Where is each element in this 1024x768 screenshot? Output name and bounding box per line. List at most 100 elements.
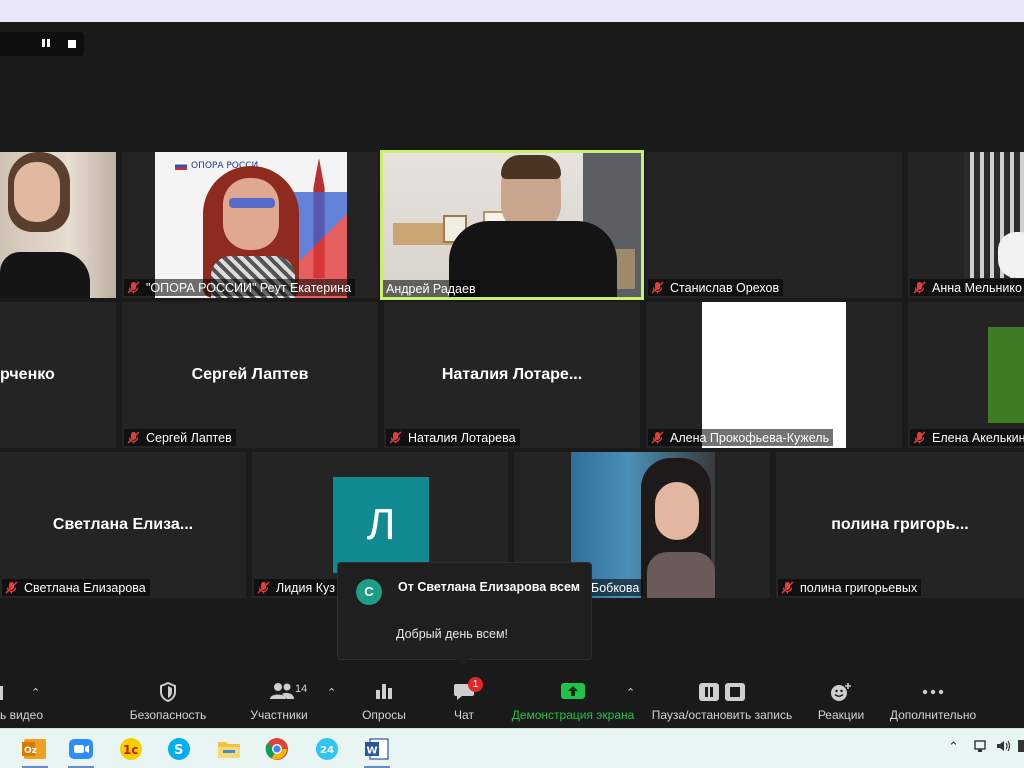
security-button[interactable]: Безопасность — [124, 672, 212, 728]
participant-name: Наталия Лотарева — [408, 430, 516, 445]
outlook-icon[interactable]: Oz — [20, 735, 50, 768]
1c-icon[interactable]: 1c — [116, 735, 146, 763]
os-taskbar: Oz 1c S 24 W ⌃ — [0, 728, 1024, 768]
sender-avatar: С — [356, 579, 382, 605]
video-tile[interactable]: Сергей Лаптев Сергей Лаптев — [122, 302, 378, 448]
reactions-button[interactable]: Реакции — [812, 672, 870, 728]
chat-sender: От Светлана Елизарова всем — [398, 580, 581, 594]
mic-muted-icon — [913, 281, 926, 294]
network-icon[interactable] — [973, 739, 987, 756]
participant-display-name: Светлана Елиза... — [52, 516, 194, 533]
mic-muted-icon — [389, 431, 402, 444]
share-screen-button[interactable]: Демонстрация экрана — [506, 672, 640, 728]
participant-name: Лидия Куз — [276, 580, 335, 595]
participant-display-name: полина григорь... — [831, 516, 969, 533]
recording-label: Пауза/остановить запись — [651, 708, 793, 722]
participant-avatar: Л — [333, 477, 429, 573]
pause-icon[interactable] — [40, 38, 52, 50]
participant-display-name: Наталия Лотаре... — [441, 366, 583, 383]
video-tile[interactable]: Станислав Орехов — [646, 152, 902, 298]
flag-icon — [175, 162, 187, 170]
pause-stop-recording-icon — [698, 682, 746, 707]
zoom-icon[interactable] — [66, 735, 96, 768]
participant-name: Андрей Радаев — [386, 281, 476, 296]
participant-display-name: Сергей Лаптев — [191, 366, 309, 383]
video-tile[interactable]: Светлана Елиза... Светлана Елизарова — [0, 452, 246, 598]
participant-name: Станислав Орехов — [670, 280, 780, 295]
svg-text:Oz: Oz — [24, 746, 37, 756]
participants-options-caret[interactable]: ⌃ — [327, 686, 336, 699]
video-tile[interactable]: Анна Мельнико — [908, 152, 1024, 298]
svg-text:S: S — [174, 743, 183, 758]
stop-icon[interactable] — [66, 38, 78, 50]
participant-name-bar: Алена Прокофьева-Кужель — [648, 429, 834, 446]
video-tile[interactable]: рченко — [0, 302, 116, 448]
language-icon[interactable] — [1018, 739, 1024, 756]
more-button[interactable]: Дополнительно — [884, 672, 982, 728]
participant-video — [0, 152, 116, 298]
chrome-icon[interactable] — [262, 735, 292, 763]
volume-icon[interactable] — [996, 739, 1012, 756]
chat-notification[interactable]: С От Светлана Елизарова всем Добрый день… — [337, 562, 592, 666]
word-icon[interactable]: W — [362, 735, 392, 768]
window-top-strip — [0, 0, 1024, 22]
chat-label: Чат — [454, 708, 474, 722]
participant-name-bar: Светлана Елизарова — [2, 579, 150, 596]
share-options-caret[interactable]: ⌃ — [626, 686, 635, 699]
bitrix24-icon[interactable]: 24 — [312, 735, 342, 763]
video-options-caret[interactable]: ⌃ — [31, 686, 40, 699]
video-tile[interactable]: полина григорь... полина григорьевых — [776, 452, 1024, 598]
share-screen-label: Демонстрация экрана — [511, 708, 635, 722]
video-tile[interactable]: Елена Акелькин — [908, 302, 1024, 448]
participant-video — [964, 152, 1024, 278]
mic-muted-icon — [127, 281, 140, 294]
mic-muted-icon — [913, 431, 926, 444]
video-tile[interactable]: Алена Прокофьева-Кужель — [646, 302, 902, 448]
participant-video — [571, 452, 715, 598]
participant-name-bar: Андрей Радаев — [383, 280, 480, 297]
participant-name-bar: Наталия Лотарева — [386, 429, 520, 446]
participant-name-bar: Сергей Лаптев — [124, 429, 236, 446]
video-button[interactable]: ь видео — [0, 672, 46, 728]
recording-controls — [0, 32, 84, 56]
participant-display-name: рченко — [0, 366, 55, 383]
svg-text:W: W — [367, 746, 378, 757]
shield-icon — [159, 681, 177, 707]
participant-name: "ОПОРА РОССИИ" Реут Екатерина — [146, 280, 352, 295]
participant-name: Сергей Лаптев — [146, 430, 232, 445]
active-speaker-tile[interactable]: Андрей Радаев — [380, 150, 644, 300]
file-explorer-icon[interactable] — [214, 735, 244, 763]
reactions-label: Реакции — [817, 708, 865, 722]
participant-video: ОПОРА РОССИ — [155, 152, 347, 298]
participant-name-bar: Станислав Орехов — [648, 279, 784, 296]
polls-button[interactable]: Опросы — [354, 672, 414, 728]
meeting-toolbar: ь видео ⌃ Безопасность 14 Участники ⌃ Оп… — [0, 672, 1024, 728]
participant-name: полина григорьевых — [800, 580, 918, 595]
participants-count: 14 — [295, 683, 308, 695]
video-tile[interactable]: Наталия Лотаре... Наталия Лотарева — [384, 302, 640, 448]
participant-avatar — [988, 327, 1024, 423]
tray-chevron-icon[interactable]: ⌃ — [948, 739, 959, 755]
participants-button[interactable]: 14 Участники — [244, 672, 314, 728]
participant-name: Светлана Елизарова — [24, 580, 146, 595]
video-tile[interactable] — [0, 152, 116, 298]
more-icon — [922, 682, 944, 707]
participants-label: Участники — [250, 708, 308, 722]
participant-name-bar: "ОПОРА РОССИИ" Реут Екатерина — [124, 279, 356, 296]
svg-text:24: 24 — [320, 745, 334, 756]
recording-button[interactable]: Пауза/остановить запись — [648, 672, 796, 728]
mic-muted-icon — [781, 581, 794, 594]
participant-name-bar: Лидия Куз — [254, 579, 339, 596]
skype-icon[interactable]: S — [164, 735, 194, 763]
participant-name-bar: Бобкова — [588, 579, 644, 596]
participant-name-bar: Анна Мельнико — [910, 279, 1024, 296]
popover-arrow — [456, 659, 470, 666]
more-label: Дополнительно — [889, 708, 977, 722]
chat-button[interactable]: 1 Чат — [440, 672, 488, 728]
mic-muted-icon — [651, 281, 664, 294]
chat-badge: 1 — [468, 677, 483, 692]
mic-muted-icon — [127, 431, 140, 444]
polls-label: Опросы — [362, 708, 406, 722]
video-tile[interactable]: ОПОРА РОССИ "ОПОРА РОССИИ" Реут Екатерин… — [122, 152, 378, 298]
participant-video — [702, 302, 846, 448]
